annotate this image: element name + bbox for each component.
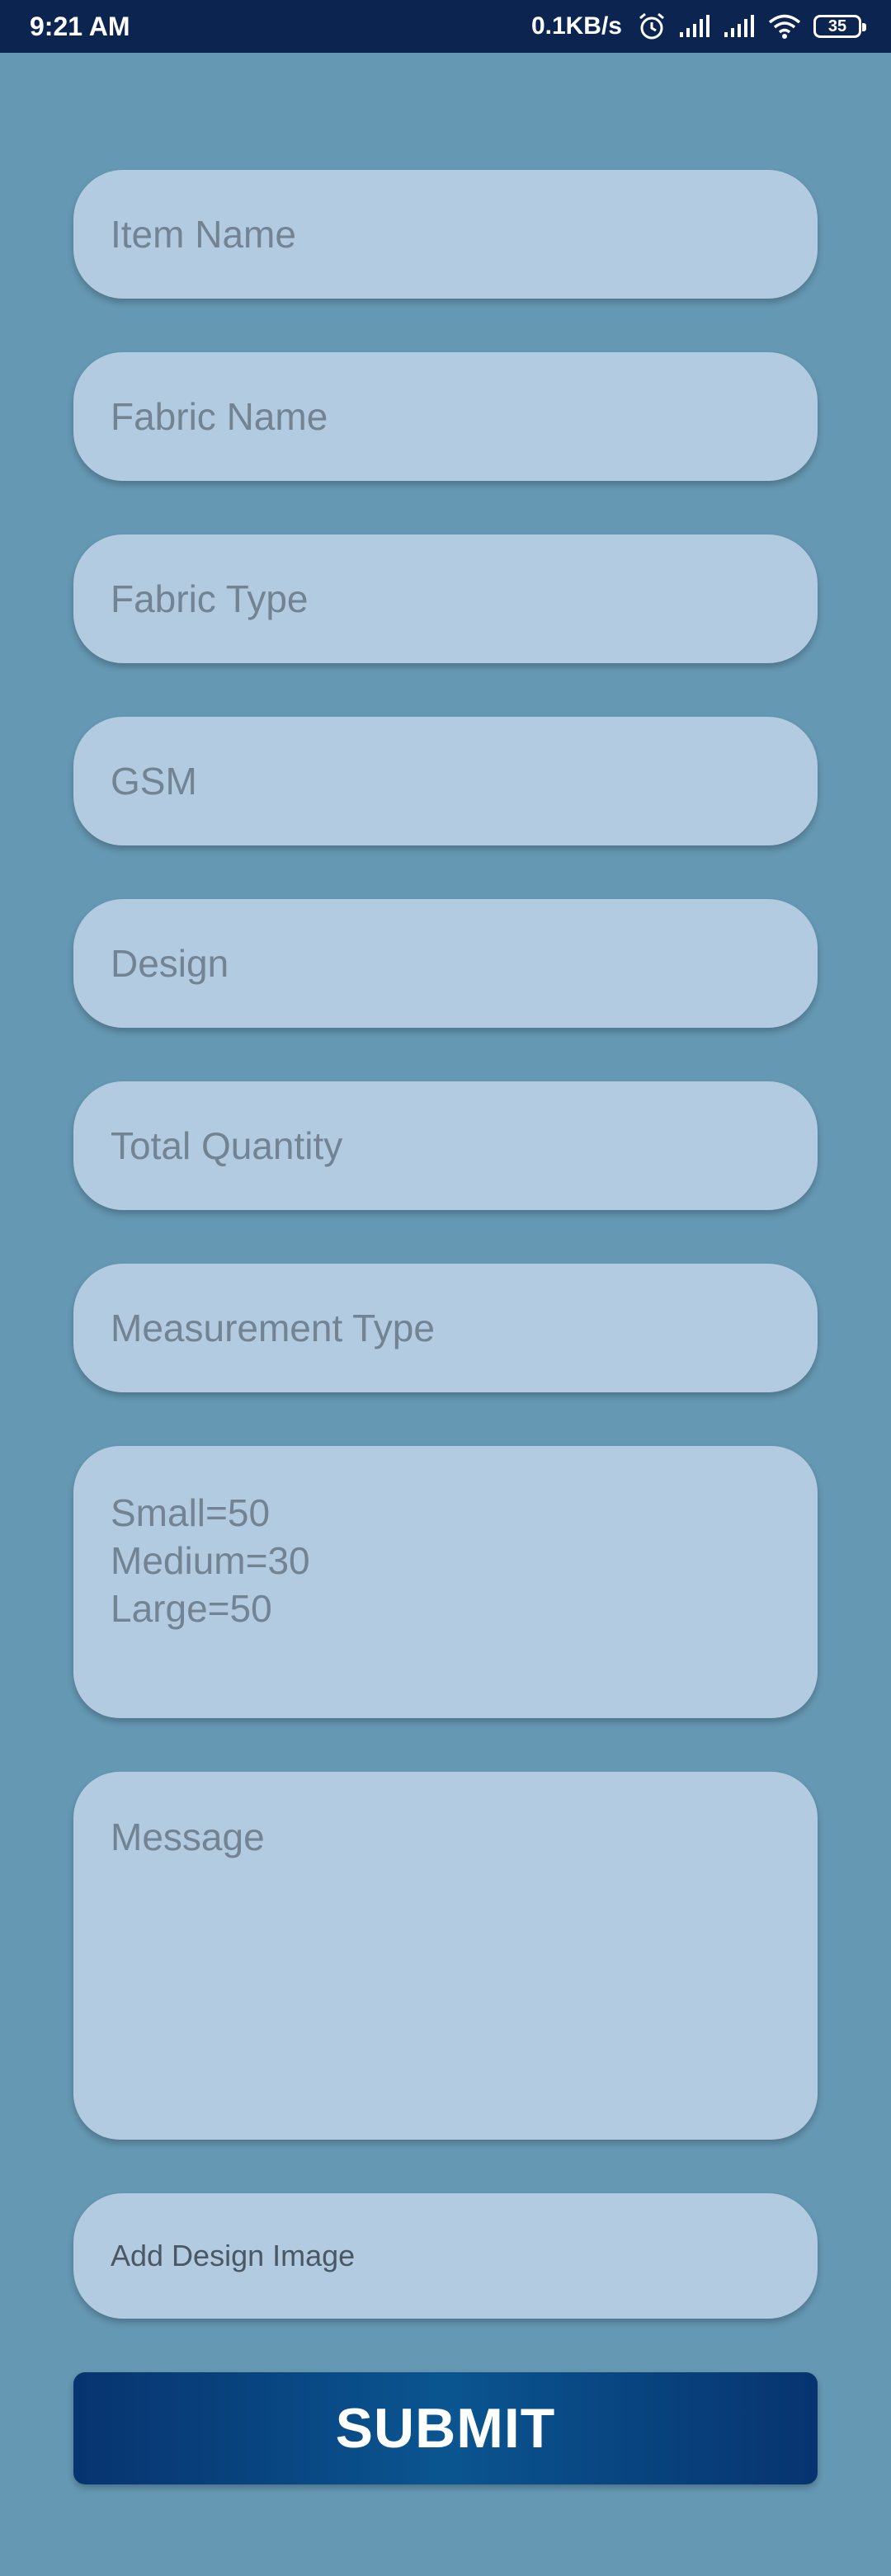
fabric-type-placeholder: Fabric Type [111, 577, 309, 620]
gsm-placeholder: GSM [111, 760, 197, 803]
status-bar: 9:21 AM 0.1KB/s 35 [0, 0, 891, 53]
status-icons: 0.1KB/s 35 [530, 12, 866, 41]
measurement-type-input[interactable]: Measurement Type [73, 1264, 818, 1392]
total-quantity-input[interactable]: Total Quantity [73, 1081, 818, 1210]
battery-level: 35 [827, 16, 847, 35]
add-design-image-label: Add Design Image [111, 2239, 356, 2272]
item-name-placeholder: Item Name [111, 213, 296, 256]
fabric-type-input[interactable]: Fabric Type [73, 535, 818, 663]
signal-icon [723, 14, 756, 39]
submit-button[interactable]: SUBMIT [73, 2372, 818, 2484]
size-breakdown-value: Small=50 Medium=30 Large=50 [111, 1491, 310, 1630]
add-design-image-button[interactable]: Add Design Image [73, 2193, 818, 2319]
fabric-name-input[interactable]: Fabric Name [73, 352, 818, 481]
message-placeholder: Message [111, 1815, 265, 1858]
measurement-type-placeholder: Measurement Type [111, 1307, 435, 1349]
design-placeholder: Design [111, 942, 229, 985]
alarm-icon [637, 12, 667, 41]
design-input[interactable]: Design [73, 899, 818, 1028]
total-quantity-placeholder: Total Quantity [111, 1124, 343, 1167]
item-name-input[interactable]: Item Name [73, 170, 818, 299]
message-textarea[interactable]: Message [73, 1772, 818, 2140]
size-breakdown-textarea[interactable]: Small=50 Medium=30 Large=50 [73, 1446, 818, 1718]
gsm-input[interactable]: GSM [73, 717, 818, 845]
fabric-name-placeholder: Fabric Name [111, 395, 328, 438]
submit-label: SUBMIT [335, 2397, 556, 2460]
signal-icon [678, 14, 711, 39]
wifi-icon [767, 13, 802, 40]
battery-icon: 35 [813, 15, 866, 38]
network-speed: 0.1KB/s [530, 12, 622, 40]
status-time: 9:21 AM [30, 11, 130, 41]
